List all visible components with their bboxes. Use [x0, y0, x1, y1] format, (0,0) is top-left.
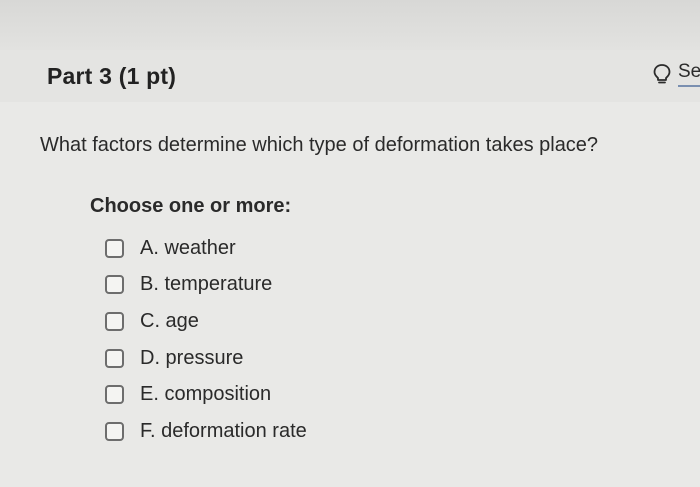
- option-label: F. deformation rate: [140, 419, 307, 442]
- option-label: B. temperature: [140, 273, 273, 296]
- checkbox[interactable]: [105, 275, 124, 295]
- option-e[interactable]: E. composition: [105, 376, 307, 413]
- checkbox[interactable]: [105, 311, 124, 331]
- option-b[interactable]: B. temperature: [105, 267, 307, 304]
- hint-link-label: Se: [678, 61, 700, 87]
- option-c[interactable]: C. age: [105, 303, 307, 340]
- checkbox[interactable]: [105, 421, 124, 441]
- checkbox[interactable]: [105, 385, 124, 405]
- option-label: E. composition: [140, 383, 272, 406]
- option-d[interactable]: D. pressure: [105, 340, 307, 377]
- lightbulb-icon: [653, 64, 671, 84]
- question-text: What factors determine which type of def…: [40, 134, 599, 156]
- option-label: A. weather: [140, 236, 236, 259]
- option-label: C. age: [140, 309, 199, 332]
- option-f[interactable]: F. deformation rate: [105, 413, 307, 450]
- top-strip: [0, 0, 700, 50]
- option-a[interactable]: A. weather: [105, 230, 307, 267]
- hint-link[interactable]: Se: [652, 61, 700, 87]
- answer-instruction: Choose one or more:: [90, 195, 292, 217]
- option-label: D. pressure: [140, 346, 244, 369]
- checkbox[interactable]: [105, 238, 124, 258]
- checkbox[interactable]: [105, 348, 124, 368]
- answer-options: A. weather B. temperature C. age D. pres…: [105, 230, 307, 450]
- part-title: Part 3 (1 pt): [47, 63, 177, 89]
